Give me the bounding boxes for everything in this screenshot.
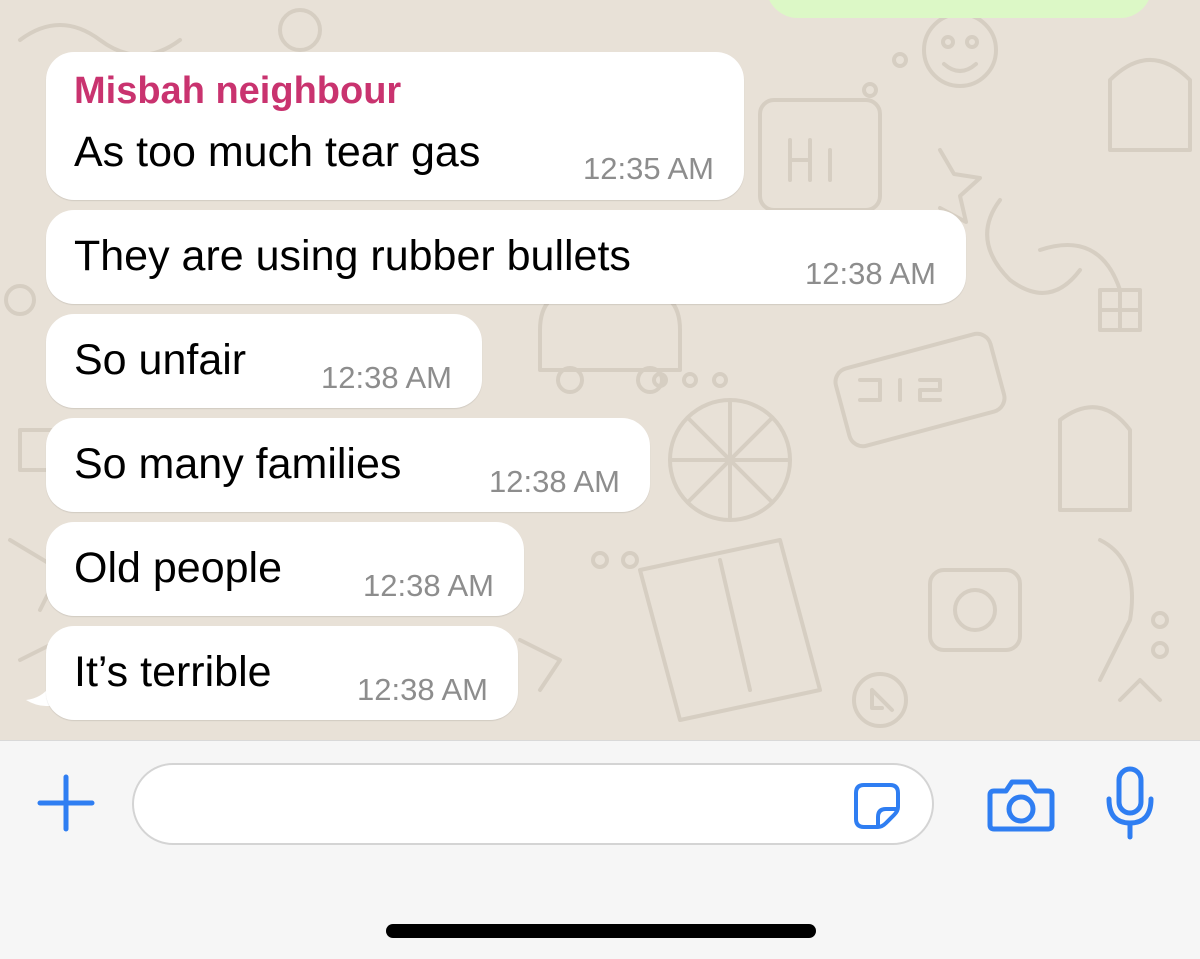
sender-name[interactable]: Misbah neighbour xyxy=(74,70,401,113)
whatsapp-chat-screen: Misbah neighbour As too much tear gas 12… xyxy=(0,0,1200,959)
message-input[interactable] xyxy=(132,763,934,845)
message-bubble[interactable]: So unfair 12:38 AM xyxy=(46,314,482,408)
message-text: So many families xyxy=(74,440,402,488)
message-time: 12:35 AM xyxy=(583,151,714,186)
plus-icon[interactable] xyxy=(34,771,98,835)
message-text: So unfair xyxy=(74,336,247,384)
outgoing-message-bubble-partial[interactable] xyxy=(766,0,1152,18)
message-time: 12:38 AM xyxy=(357,672,488,707)
message-time: 12:38 AM xyxy=(805,256,936,291)
message-bubble[interactable]: So many families 12:38 AM xyxy=(46,418,650,512)
message-text: It’s terrible xyxy=(74,648,272,696)
message-bubble[interactable]: They are using rubber bullets 12:38 AM xyxy=(46,210,966,304)
camera-icon[interactable] xyxy=(986,775,1056,835)
chat-message-area[interactable]: Misbah neighbour As too much tear gas 12… xyxy=(0,0,1200,740)
message-text: As too much tear gas xyxy=(74,128,481,176)
message-bubble[interactable]: Old people 12:38 AM xyxy=(46,522,524,616)
sticker-icon[interactable] xyxy=(852,781,902,831)
home-indicator[interactable] xyxy=(386,924,816,938)
message-bubble[interactable]: Misbah neighbour As too much tear gas 12… xyxy=(46,52,744,200)
message-time: 12:38 AM xyxy=(489,464,620,499)
message-time: 12:38 AM xyxy=(363,568,494,603)
message-text: They are using rubber bullets xyxy=(74,232,631,280)
message-composer xyxy=(0,740,1200,959)
microphone-icon[interactable] xyxy=(1104,765,1156,841)
message-time: 12:38 AM xyxy=(321,360,452,395)
message-text: Old people xyxy=(74,544,282,592)
message-bubble[interactable]: It’s terrible 12:38 AM xyxy=(46,626,518,720)
